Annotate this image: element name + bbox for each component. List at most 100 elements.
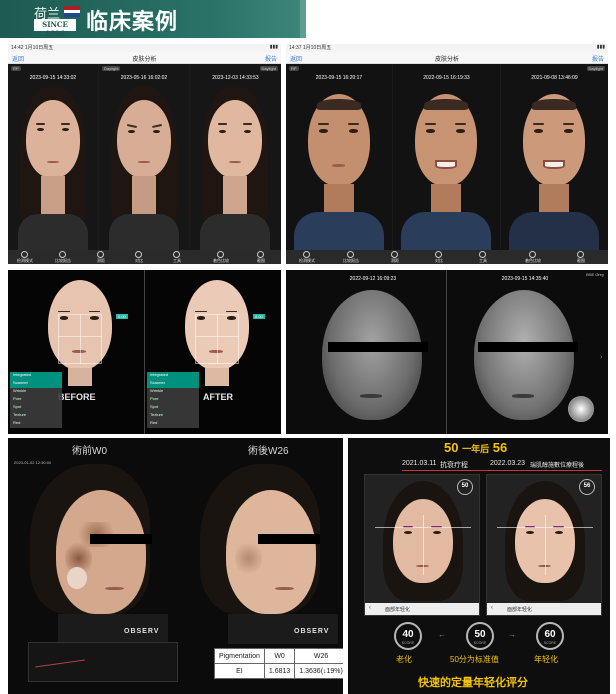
score-label-aging: 老化 <box>396 655 412 664</box>
date-after: 2022.03.23 <box>490 460 526 467</box>
magnifier-icon[interactable] <box>568 396 594 422</box>
face-score-badge: 56 <box>579 479 595 495</box>
eye-censor-bar <box>90 534 152 544</box>
case2-tablet: 14:37 1月10日周五 ▮▮▮ 返回 皮肤分析 报告 RP 2023-09-… <box>286 44 608 264</box>
bottom-button[interactable]: ‹ 面部年轻化 <box>365 603 479 615</box>
tool-compare[interactable]: 对比 <box>122 250 162 264</box>
side-item[interactable]: Wrinkle <box>147 388 199 396</box>
before-label: 術前W0 <box>72 446 107 457</box>
side-item[interactable]: Pore <box>147 396 199 404</box>
table-cell: EI <box>214 663 265 679</box>
tool-tools[interactable]: 工具 <box>466 250 506 264</box>
tool-compare-report[interactable]: 比较报告 <box>46 250 86 264</box>
side-item[interactable]: Texture <box>147 412 199 420</box>
tool-color-compare[interactable]: 着色比较 <box>516 250 556 264</box>
side-item[interactable]: Integrated <box>10 372 62 380</box>
tool-detect-mode[interactable]: 检测模式 <box>290 250 330 264</box>
neck <box>223 176 247 216</box>
mode-label[interactable]: RP <box>289 66 299 71</box>
pen-icon <box>479 251 486 258</box>
score-headline: 50 一年后 56 <box>444 440 544 455</box>
pen-icon <box>173 251 180 258</box>
mode-label[interactable]: Daylight <box>586 66 605 71</box>
tool-detect-mode[interactable]: 检测模式 <box>8 250 48 264</box>
date-before: 2021.03.11 <box>402 460 437 467</box>
tool-screenshot[interactable]: 截图 <box>564 250 604 264</box>
table-cell: 1.6813 <box>263 663 296 679</box>
face-panel-3[interactable]: Daylight 2023-12-03 14:33:53 <box>190 64 281 250</box>
eye-censor-bar <box>478 342 578 352</box>
bottom-button[interactable]: ‹ 面部年轻化 <box>487 603 601 615</box>
headline-mid: 一年后 <box>462 444 490 454</box>
side-item[interactable]: Texture <box>10 412 62 420</box>
chevron-left-icon[interactable]: ‹ <box>369 605 371 611</box>
face-card-before[interactable]: 50 ‹ 面部年轻化 <box>364 474 480 616</box>
side-item[interactable]: Scanner <box>10 380 62 388</box>
after-panel[interactable]: 0.00 AFTER Integrated Scanner Wrinkle Po… <box>145 270 281 434</box>
neck <box>41 176 65 216</box>
face-panel-3[interactable]: Daylight 2021-09-08 13:46:09 <box>501 64 608 250</box>
after-label: 術後W26 <box>248 446 289 457</box>
side-item[interactable]: Spot <box>10 404 62 412</box>
side-item[interactable]: Red <box>10 420 62 428</box>
tool-color-compare[interactable]: 着色比较 <box>204 250 244 264</box>
nav-bar: 返回 皮肤分析 报告 <box>8 52 281 64</box>
date-underline <box>402 470 602 471</box>
mode-label[interactable]: Daylight <box>102 66 121 71</box>
palette-icon <box>217 251 224 258</box>
nav-title: 皮肤分析 <box>132 57 157 63</box>
page-header: 荷兰 SINCE 1996 临床案例 <box>0 0 616 42</box>
scan-panel-1[interactable]: 2022-09-12 16:09:23 <box>300 276 446 434</box>
shirt <box>109 214 179 250</box>
tool-screenshot[interactable]: 截图 <box>244 250 281 264</box>
timestamp: 2023-05-16 16:02:02 <box>120 75 168 81</box>
mode-label[interactable]: RP <box>11 66 21 71</box>
status-bar: 14:37 1月10日周五 ▮▮▮ <box>286 44 608 52</box>
face-panel-2[interactable]: 2022-09-15 16:19:33 <box>393 64 500 250</box>
mode-label[interactable]: Daylight <box>259 66 278 71</box>
neck <box>431 184 461 214</box>
chevron-left-icon[interactable]: ‹ <box>491 605 493 611</box>
score-ring-young: 60 SCORE <box>536 622 564 650</box>
shirt <box>294 212 384 250</box>
timestamp: 2022-09-12 16:09:23 <box>349 276 397 282</box>
side-item[interactable]: Red <box>147 420 199 428</box>
face-panel-1[interactable]: RP 2023-09-15 14:33:02 <box>8 64 98 250</box>
face-panel-2[interactable]: Daylight 2023-05-16 16:02:02 <box>99 64 189 250</box>
case6-panel: 50 一年后 56 2021.03.11 抗衰疗程 2022.03.23 瑞肌醇… <box>348 438 610 694</box>
screenshot-icon <box>257 251 264 258</box>
shirt <box>509 212 599 250</box>
tool-measure[interactable]: 测距 <box>84 250 124 264</box>
tool-measure[interactable]: 测距 <box>378 250 418 264</box>
brand-logo-before: OBSERV <box>124 628 160 635</box>
face <box>415 94 477 186</box>
score-label-young: 年轻化 <box>534 655 558 664</box>
tool-tools[interactable]: 工具 <box>160 250 200 264</box>
side-item[interactable]: Scanner <box>147 380 199 388</box>
timestamp: 2023-01-02 12:30:00 <box>14 460 52 465</box>
face <box>117 100 171 178</box>
face-panel-1[interactable]: RP 2023-09-15 16:20:17 <box>286 64 392 250</box>
shirt <box>200 214 270 250</box>
mesh-line <box>545 515 546 575</box>
headline-before: 50 <box>444 440 459 455</box>
report-button[interactable]: 报告 <box>265 54 277 63</box>
after-face <box>226 490 316 614</box>
headline-after: 56 <box>492 440 508 455</box>
face-card-after[interactable]: 56 ‹ 面部年轻化 <box>486 474 602 616</box>
mesh-line <box>217 314 218 364</box>
report-button[interactable]: 报告 <box>592 54 604 63</box>
side-item[interactable]: Pore <box>10 396 62 404</box>
before-panel[interactable]: 0.00 BEFORE Integrated Scanner Wrinkle P… <box>8 270 144 434</box>
nav-title: 皮肤分析 <box>434 57 459 63</box>
brand-logo-after: OBSERV <box>294 628 330 635</box>
caption-before: 抗衰疗程 <box>440 462 468 469</box>
side-item[interactable]: Integrated <box>147 372 199 380</box>
tool-compare-report[interactable]: 比较报告 <box>334 250 374 264</box>
ruler-icon <box>391 251 398 258</box>
side-item[interactable]: Spot <box>147 404 199 412</box>
tool-compare[interactable]: 对比 <box>422 250 462 264</box>
before-face <box>56 490 146 614</box>
chevron-right-icon[interactable]: › <box>600 354 602 361</box>
side-item[interactable]: Wrinkle <box>10 388 62 396</box>
